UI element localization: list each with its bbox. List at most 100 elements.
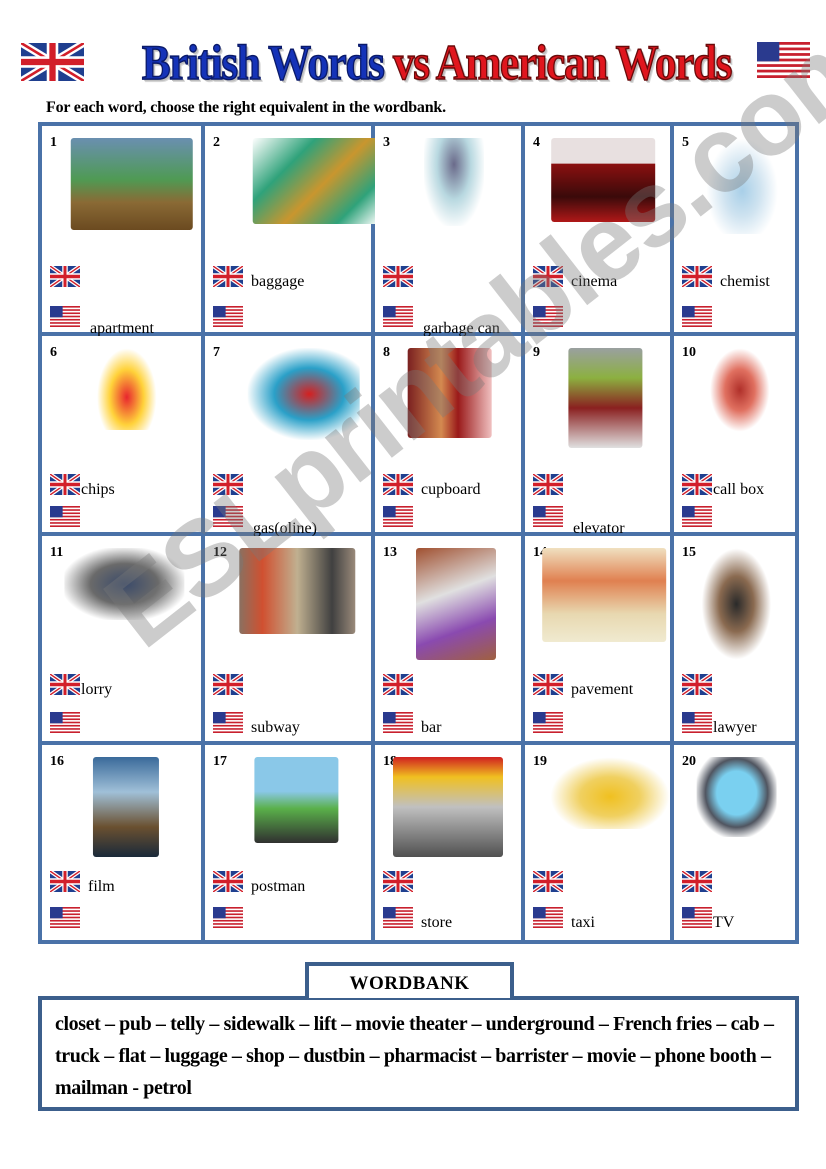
british-word[interactable]: call box	[713, 482, 764, 498]
british-answer-row	[682, 871, 720, 892]
american-answer-row	[383, 506, 421, 527]
us-flag-icon	[533, 306, 563, 327]
item-number: 19	[533, 754, 547, 769]
american-answer-row: bar	[383, 712, 441, 736]
item-number: 13	[383, 545, 397, 560]
word-card-12: 12 subway	[205, 536, 375, 745]
item-picture	[709, 348, 770, 432]
word-card-19: 19 taxi	[525, 745, 674, 940]
us-flag-icon	[682, 907, 712, 928]
british-word[interactable]: lorry	[81, 682, 112, 698]
item-picture	[393, 757, 503, 857]
us-flag-icon	[533, 506, 563, 527]
british-answer-row	[213, 474, 251, 495]
american-word[interactable]: taxi	[571, 915, 595, 931]
word-card-15: 15 lawyer	[674, 536, 795, 745]
uk-flag-icon	[213, 474, 243, 495]
item-number: 9	[533, 345, 540, 360]
word-card-14: 14 pavement	[525, 536, 674, 745]
us-flag-icon	[50, 306, 80, 327]
british-word[interactable]: chips	[81, 482, 115, 498]
uk-flag-icon	[213, 871, 243, 892]
american-answer-row	[50, 907, 88, 928]
item-number: 11	[50, 545, 64, 560]
american-answer-row: elevator	[533, 506, 625, 537]
item-number: 16	[50, 754, 64, 769]
american-answer-row	[50, 506, 88, 527]
item-picture	[239, 548, 356, 634]
uk-flag-icon	[682, 674, 712, 695]
british-answer-row: lorry	[50, 674, 112, 698]
american-answer-row: garbage can	[383, 306, 500, 337]
american-answer-row: apartment	[50, 306, 154, 337]
british-answer-row: chips	[50, 474, 115, 498]
item-picture	[252, 138, 379, 224]
us-flag-icon	[213, 306, 243, 327]
us-flag-icon	[383, 306, 413, 327]
british-word[interactable]: postman	[251, 879, 305, 895]
british-word[interactable]: pavement	[571, 682, 633, 698]
american-word[interactable]: lawyer	[713, 720, 757, 736]
british-answer-row: baggage	[213, 266, 304, 290]
american-answer-row	[533, 712, 571, 733]
american-word[interactable]: bar	[421, 720, 441, 736]
american-answer-row: gas(oline)	[213, 506, 317, 537]
word-card-4: 4 cinema	[525, 126, 674, 336]
item-picture	[567, 348, 642, 448]
british-word[interactable]: chemist	[720, 274, 770, 290]
american-word[interactable]: subway	[251, 720, 300, 736]
us-flag-icon	[383, 712, 413, 733]
british-word[interactable]: cupboard	[421, 482, 481, 498]
british-answer-row	[682, 674, 720, 695]
item-picture	[416, 548, 496, 660]
item-number: 8	[383, 345, 390, 360]
american-word[interactable]: gas(oline)	[253, 521, 317, 537]
item-picture	[247, 348, 360, 440]
british-word[interactable]: film	[88, 879, 115, 895]
uk-flag-icon	[383, 474, 413, 495]
british-word[interactable]: cinema	[571, 274, 617, 290]
item-picture	[407, 348, 492, 438]
us-flag-icon	[682, 506, 712, 527]
instructions-text: For each word, choose the right equivale…	[46, 99, 446, 116]
uk-flag-icon	[50, 674, 80, 695]
item-number: 1	[50, 135, 57, 150]
american-word[interactable]: TV	[713, 915, 734, 931]
british-answer-row: chemist	[682, 266, 770, 290]
british-answer-row	[213, 674, 251, 695]
title-british: British Words	[141, 33, 385, 91]
word-card-20: 20 TV	[674, 745, 795, 940]
american-answer-row	[682, 306, 720, 327]
british-word[interactable]: baggage	[251, 274, 304, 290]
american-answer-row	[682, 506, 720, 527]
word-card-17: 17 postman	[205, 745, 375, 940]
uk-flag-icon	[21, 43, 84, 81]
word-card-2: 2 baggage	[205, 126, 379, 336]
american-word[interactable]: garbage can	[423, 321, 500, 337]
american-answer-row	[213, 907, 251, 928]
word-card-6: 6 chips	[42, 336, 205, 536]
item-picture	[63, 548, 184, 620]
american-word[interactable]: store	[421, 915, 452, 931]
us-flag-icon	[50, 506, 80, 527]
american-answer-row: taxi	[533, 907, 595, 931]
item-number: 20	[682, 754, 696, 769]
american-answer-row: subway	[213, 712, 300, 736]
item-number: 2	[213, 135, 220, 150]
uk-flag-icon	[213, 266, 243, 287]
uk-flag-icon	[682, 474, 712, 495]
american-word[interactable]: elevator	[573, 521, 625, 537]
item-picture	[96, 348, 157, 430]
worksheet-header: British Words vs American Words	[0, 30, 826, 96]
us-flag-icon	[682, 306, 712, 327]
wordbank-label: WORDBANK	[305, 962, 514, 998]
american-word[interactable]: apartment	[90, 321, 154, 337]
uk-flag-icon	[533, 474, 563, 495]
item-picture	[541, 548, 666, 642]
british-answer-row: film	[50, 871, 115, 895]
uk-flag-icon	[50, 474, 80, 495]
word-card-5: 5 chemist	[674, 126, 795, 336]
wordbank-box: closet – pub – telly – sidewalk – lift –…	[38, 996, 799, 1111]
british-answer-row: pavement	[533, 674, 633, 698]
item-picture	[549, 757, 670, 829]
